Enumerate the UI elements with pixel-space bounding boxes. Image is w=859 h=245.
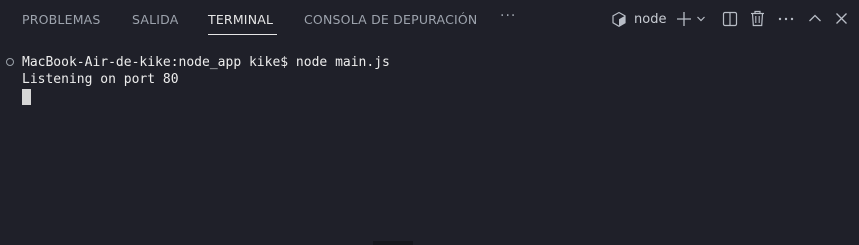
terminal-shell-label[interactable]: node <box>634 12 666 27</box>
command-decoration-icon[interactable] <box>6 58 14 66</box>
tabs-overflow-button[interactable]: ··· <box>500 8 516 24</box>
chevron-up-icon[interactable] <box>808 13 822 23</box>
terminal-cursor <box>22 89 31 105</box>
active-tab-indicator <box>208 34 277 35</box>
plus-icon[interactable] <box>676 11 692 27</box>
split-editor-icon[interactable] <box>722 11 738 27</box>
terminal-panel: PROBLEMAS SALIDA TERMINAL CONSOLA DE DEP… <box>0 0 859 245</box>
ellipsis-icon[interactable] <box>778 17 794 21</box>
panel-tab-bar: PROBLEMAS SALIDA TERMINAL CONSOLA DE DEP… <box>0 0 859 40</box>
resize-handle[interactable] <box>373 241 413 245</box>
chevron-down-icon[interactable] <box>696 14 706 24</box>
tab-debug-console[interactable]: CONSOLA DE DEPURACIÓN <box>304 12 478 27</box>
tab-output[interactable]: SALIDA <box>132 12 179 27</box>
close-icon[interactable] <box>835 12 848 25</box>
terminal-line: Listening on port 80 <box>22 72 179 87</box>
tab-problems[interactable]: PROBLEMAS <box>22 12 101 27</box>
terminal-line: MacBook-Air-de-kike:node_app kike$ node … <box>22 55 390 70</box>
cube-icon[interactable] <box>611 11 627 28</box>
tab-terminal[interactable]: TERMINAL <box>208 12 273 27</box>
trash-icon[interactable] <box>750 10 765 27</box>
terminal-output[interactable]: MacBook-Air-de-kike:node_app kike$ node … <box>0 52 859 232</box>
